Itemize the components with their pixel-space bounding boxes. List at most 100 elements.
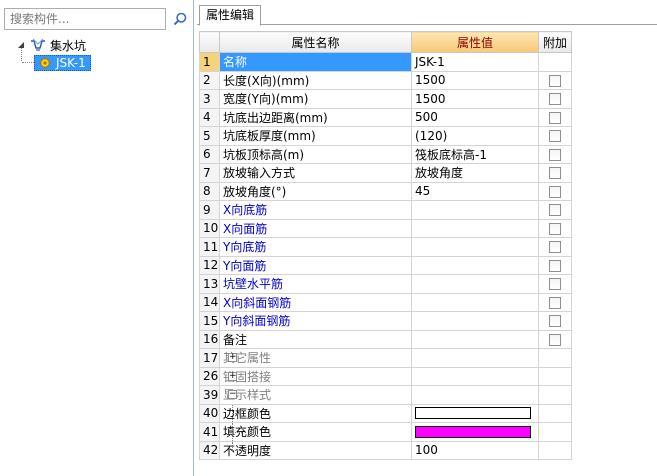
property-row[interactable]: 5 坑底板厚度(mm) (120) xyxy=(199,126,572,146)
property-value[interactable]: JSK-1 xyxy=(411,52,539,72)
attach-header[interactable]: 附加 xyxy=(538,31,572,53)
property-value-header[interactable]: 属性值 xyxy=(411,31,539,53)
attach-checkbox[interactable] xyxy=(549,111,561,124)
property-value[interactable] xyxy=(411,274,539,294)
attach-checkbox[interactable] xyxy=(549,74,561,87)
search-input[interactable] xyxy=(4,8,166,30)
property-row[interactable]: 8 放坡角度(°) 45 xyxy=(199,181,572,201)
property-group-name[interactable]: + 锚固搭接 xyxy=(219,366,412,386)
property-name[interactable]: 宽度(Y向)(mm) xyxy=(219,89,412,109)
property-row[interactable]: 16 备注 xyxy=(199,329,572,349)
property-name[interactable]: 坑底出边距离(mm) xyxy=(219,107,412,127)
property-row[interactable]: 42 不透明度 100 xyxy=(199,440,572,460)
property-row[interactable]: 11 Y向底筋 xyxy=(199,237,572,257)
row-number: 4 xyxy=(199,107,220,127)
property-row[interactable]: 10 X向面筋 xyxy=(199,218,572,238)
attach-checkbox[interactable] xyxy=(549,315,561,328)
attach-checkbox[interactable] xyxy=(549,333,561,346)
property-group-row[interactable]: 17 + 其它属性 xyxy=(199,348,572,368)
property-value[interactable]: 筏板底标高-1 xyxy=(411,144,539,164)
property-value[interactable]: 1500 xyxy=(411,70,539,90)
property-group-name[interactable]: − 显示样式 xyxy=(219,385,412,405)
property-name[interactable]: X向底筋 xyxy=(219,200,412,220)
property-name[interactable]: 名称 xyxy=(219,52,412,72)
row-number: 6 xyxy=(199,144,220,164)
property-row[interactable]: 1 名称 JSK-1 xyxy=(199,52,572,72)
attach-checkbox[interactable] xyxy=(549,278,561,291)
property-value[interactable] xyxy=(411,292,539,312)
property-row[interactable]: 4 坑底出边距离(mm) 500 xyxy=(199,107,572,127)
property-value[interactable] xyxy=(411,237,539,257)
property-value[interactable]: (120) xyxy=(411,126,539,146)
property-name[interactable]: 填充颜色 xyxy=(219,422,412,442)
property-name[interactable]: 坑底板厚度(mm) xyxy=(219,126,412,146)
attach-checkbox[interactable] xyxy=(549,148,561,161)
property-name[interactable]: 放坡角度(°) xyxy=(219,181,412,201)
property-group-name[interactable]: + 其它属性 xyxy=(219,348,412,368)
color-value[interactable] xyxy=(411,422,539,442)
property-name[interactable]: X向斜面钢筋 xyxy=(219,292,412,312)
expand-icon[interactable]: + xyxy=(228,353,237,362)
property-value[interactable]: 45 xyxy=(411,181,539,201)
property-name[interactable]: 不透明度 xyxy=(219,440,412,460)
property-value[interactable] xyxy=(411,200,539,220)
property-row[interactable]: 6 坑板顶标高(m) 筏板底标高-1 xyxy=(199,144,572,164)
tree-node-selected[interactable]: JSK-1 xyxy=(34,54,91,71)
property-row[interactable]: 2 长度(X向)(mm) 1500 xyxy=(199,70,572,90)
property-value[interactable] xyxy=(411,311,539,331)
property-name[interactable]: Y向底筋 xyxy=(219,237,412,257)
color-swatch[interactable] xyxy=(415,425,531,438)
property-row[interactable]: 7 放坡输入方式 放坡角度 xyxy=(199,163,572,183)
grid-header-row: 属性名称 属性值 附加 xyxy=(199,31,572,53)
attach-checkbox[interactable] xyxy=(549,167,561,180)
attach-checkbox[interactable] xyxy=(549,204,561,217)
property-row[interactable]: 40 边框颜色 xyxy=(199,403,572,423)
property-name[interactable]: 坑壁水平筋 xyxy=(219,274,412,294)
property-name[interactable]: 备注 xyxy=(219,329,412,349)
attach-checkbox[interactable] xyxy=(549,241,561,254)
attach-checkbox[interactable] xyxy=(549,296,561,309)
tree-node-root[interactable]: 集水坑 xyxy=(16,36,192,54)
property-value[interactable] xyxy=(411,329,539,349)
property-value[interactable] xyxy=(411,218,539,238)
property-name[interactable]: 放坡输入方式 xyxy=(219,163,412,183)
property-row[interactable]: 41 填充颜色 xyxy=(199,422,572,442)
property-row[interactable]: 9 X向底筋 xyxy=(199,200,572,220)
attach-cell xyxy=(538,385,572,405)
property-value[interactable]: 500 xyxy=(411,107,539,127)
property-row[interactable]: 12 Y向面筋 xyxy=(199,255,572,275)
attach-checkbox[interactable] xyxy=(549,93,561,106)
attach-checkbox[interactable] xyxy=(549,222,561,235)
collapse-triangle-icon[interactable] xyxy=(16,40,26,50)
expand-icon[interactable]: + xyxy=(228,371,237,381)
collapse-icon[interactable]: − xyxy=(228,390,237,399)
color-value[interactable] xyxy=(411,403,539,423)
property-name[interactable]: Y向面筋 xyxy=(219,255,412,275)
property-grid: 属性名称 属性值 附加 1 名称 JSK-1 2 长度(X向)(mm) 1500 3 宽度(Y… xyxy=(199,31,572,460)
property-value[interactable] xyxy=(411,255,539,275)
row-number: 5 xyxy=(199,126,220,146)
attach-checkbox[interactable] xyxy=(549,185,561,198)
property-name-header[interactable]: 属性名称 xyxy=(219,31,412,53)
tab-property-edit[interactable]: 属性编辑 xyxy=(199,5,262,26)
property-name[interactable]: X向面筋 xyxy=(219,218,412,238)
search-button[interactable] xyxy=(170,8,190,30)
color-swatch[interactable] xyxy=(415,407,531,420)
property-row[interactable]: 3 宽度(Y向)(mm) 1500 xyxy=(199,89,572,109)
property-value[interactable]: 1500 xyxy=(411,89,539,109)
property-group-row[interactable]: 26 + 锚固搭接 xyxy=(199,366,572,386)
property-name[interactable]: Y向斜面钢筋 xyxy=(219,311,412,331)
attach-checkbox[interactable] xyxy=(549,130,561,143)
tree-node-jsk-1[interactable]: JSK-1 xyxy=(34,54,192,71)
row-number: 12 xyxy=(199,255,220,275)
property-row[interactable]: 13 坑壁水平筋 xyxy=(199,274,572,294)
property-group-row[interactable]: 39− 显示样式 xyxy=(199,385,572,405)
property-value[interactable]: 放坡角度 xyxy=(411,163,539,183)
property-name[interactable]: 坑板顶标高(m) xyxy=(219,144,412,164)
attach-checkbox[interactable] xyxy=(549,259,561,272)
property-name[interactable]: 边框颜色 xyxy=(219,403,412,423)
property-name[interactable]: 长度(X向)(mm) xyxy=(219,70,412,90)
property-row[interactable]: 14 X向斜面钢筋 xyxy=(199,292,572,312)
property-row[interactable]: 15 Y向斜面钢筋 xyxy=(199,311,572,331)
property-value[interactable]: 100 xyxy=(411,440,539,460)
